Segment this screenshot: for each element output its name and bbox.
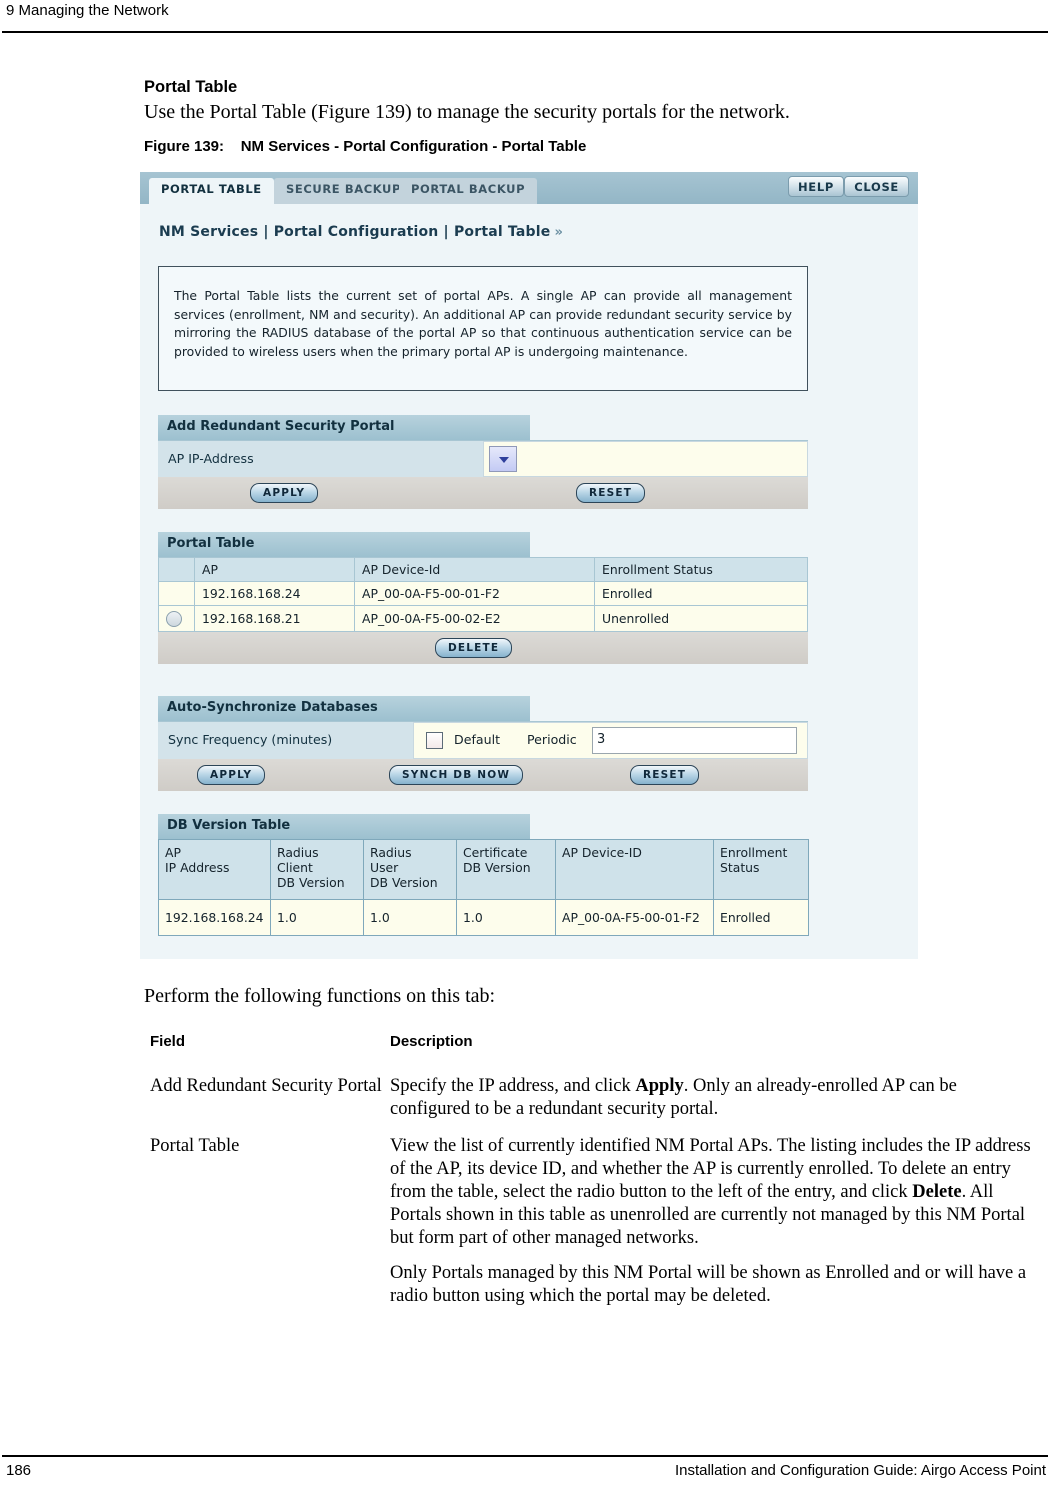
- breadcrumb-text: NM Services | Portal Configuration | Por…: [159, 224, 551, 240]
- db-row-status: Enrolled: [713, 899, 809, 936]
- page-title: Portal Table: [144, 78, 238, 96]
- info-box: The Portal Table lists the current set o…: [158, 266, 808, 391]
- app-tab-bar: PORTAL TABLE SECURE BACKUP PORTAL BACKUP…: [140, 172, 918, 204]
- portal-row-select-cell: [158, 605, 195, 632]
- running-head-text: 9 Managing the Network: [6, 2, 169, 19]
- synch-db-now-button[interactable]: SYNCH DB NOW: [389, 765, 524, 785]
- header-rule: [2, 31, 1048, 33]
- db-version-table-title: DB Version Table: [158, 814, 530, 839]
- field-table-col-description: Description: [390, 1033, 473, 1050]
- portal-col-device: AP Device-Id: [354, 557, 595, 582]
- table-row: 192.168.168.24 AP_00-0A-F5-00-01-F2 Enro…: [158, 581, 808, 606]
- add-portal-apply-button[interactable]: APPLY: [250, 483, 319, 503]
- auto-sync-body: Sync Frequency (minutes) Default Periodi…: [158, 721, 808, 759]
- ap-ip-address-cell: [483, 441, 808, 477]
- periodic-label: Periodic: [527, 732, 577, 747]
- page-number: 186: [6, 1462, 32, 1479]
- portal-row-radio[interactable]: [166, 610, 182, 627]
- portal-row-device: AP_00-0A-F5-00-01-F2: [354, 581, 595, 606]
- portal-row-status: Enrolled: [594, 581, 808, 606]
- sync-frequency-cell: Default Periodic 3: [413, 722, 808, 759]
- db-version-header-row: AP IP Address Radius Client DB Version Radi…: [158, 839, 809, 900]
- db-version-grid: AP IP Address Radius Client DB Version Radi…: [158, 839, 809, 936]
- db-version-table-panel: DB Version Table AP IP Address Radius Clie…: [158, 814, 809, 936]
- portal-row-status: Unenrolled: [594, 605, 808, 632]
- app-screenshot: PORTAL TABLE SECURE BACKUP PORTAL BACKUP…: [140, 172, 918, 959]
- db-row-ap-ip: 192.168.168.24: [158, 899, 271, 936]
- add-redundant-portal-body: AP IP-Address: [158, 440, 808, 477]
- field-description: Specify the IP address, and click Apply.…: [390, 1076, 957, 1119]
- auto-sync-panel: Auto-Synchronize Databases Sync Frequenc…: [158, 696, 808, 791]
- portal-row-select-cell: [158, 581, 195, 606]
- chevron-right-icon: »: [554, 225, 564, 240]
- footer-rule: [2, 1455, 1048, 1457]
- portal-col-ap: AP: [194, 557, 355, 582]
- field-name: Portal Table: [150, 1136, 240, 1156]
- portal-col-status: Enrollment Status: [594, 557, 808, 582]
- auto-sync-actions: APPLY SYNCH DB NOW RESET: [158, 759, 808, 791]
- db-col-radius-user: Radius User DB Version: [363, 839, 457, 900]
- default-checkbox[interactable]: [426, 732, 443, 749]
- delete-button[interactable]: DELETE: [435, 637, 513, 658]
- page-running-head: 9 Managing the Network: [0, 0, 1052, 33]
- field-description-table: Field Description Add Redundant Security…: [150, 1030, 1040, 1322]
- db-row-radius-client: 1.0: [270, 899, 364, 936]
- field-table-row-add-redundant-portal: Add Redundant Security Portal Specify th…: [150, 1075, 1040, 1121]
- db-row-radius-user: 1.0: [363, 899, 457, 936]
- add-redundant-portal-panel: Add Redundant Security Portal AP IP-Addr…: [158, 415, 808, 509]
- db-col-certificate: Certificate DB Version: [456, 839, 556, 900]
- table-row: 192.168.168.21 AP_00-0A-F5-00-02-E2 Unen…: [158, 605, 808, 632]
- add-portal-reset-button[interactable]: RESET: [576, 483, 646, 503]
- add-redundant-portal-actions: APPLY RESET: [158, 477, 808, 509]
- field-table-col-field: Field: [150, 1033, 186, 1050]
- intro-paragraph: Use the Portal Table (Figure 139) to man…: [144, 101, 790, 123]
- help-button[interactable]: HELP: [787, 176, 844, 197]
- field-description: View the list of currently identified NM…: [390, 1136, 1031, 1306]
- portal-row-ap: 192.168.168.21: [194, 605, 355, 632]
- tab-portal-table[interactable]: PORTAL TABLE: [149, 178, 274, 204]
- db-col-ap-ip: AP IP Address: [158, 839, 271, 900]
- guide-title: Installation and Configuration Guide: Ai…: [674, 1462, 1046, 1479]
- ap-ip-address-label: AP IP-Address: [168, 451, 254, 466]
- db-row-certificate: 1.0: [456, 899, 556, 936]
- breadcrumb: NM Services | Portal Configuration | Por…: [159, 224, 563, 240]
- portal-table-title: Portal Table: [158, 532, 530, 557]
- table-row: 192.168.168.24 1.0 1.0 1.0 AP_00-0A-F5-0…: [158, 899, 809, 936]
- sync-apply-button[interactable]: APPLY: [197, 765, 266, 785]
- portal-table-header-row: AP AP Device-Id Enrollment Status: [158, 557, 808, 582]
- figure-caption: Figure 139: NM Services - Portal Configu…: [144, 138, 587, 155]
- portal-col-select: [158, 557, 195, 582]
- perform-paragraph: Perform the following functions on this …: [144, 985, 496, 1007]
- db-col-status: Enrollment Status: [713, 839, 809, 900]
- sync-reset-button[interactable]: RESET: [630, 765, 700, 785]
- tab-portal-backup[interactable]: PORTAL BACKUP: [399, 178, 538, 204]
- db-col-radius-client: Radius Client DB Version: [270, 839, 364, 900]
- portal-row-device: AP_00-0A-F5-00-02-E2: [354, 605, 595, 632]
- info-box-text: The Portal Table lists the current set o…: [174, 288, 792, 359]
- db-row-device-id: AP_00-0A-F5-00-01-F2: [555, 899, 714, 936]
- db-col-device-id: AP Device-ID: [555, 839, 714, 900]
- field-table-row-portal-table: Portal Table View the list of currently …: [150, 1135, 1040, 1308]
- field-table-header-row: Field Description: [150, 1030, 1040, 1053]
- portal-table-grid: AP AP Device-Id Enrollment Status 192.16…: [158, 557, 808, 632]
- add-redundant-portal-title: Add Redundant Security Portal: [158, 415, 530, 440]
- portal-table-panel: Portal Table AP AP Device-Id Enrollment …: [158, 532, 808, 664]
- default-checkbox-label: Default: [454, 732, 501, 747]
- portal-table-actions: DELETE: [158, 631, 808, 664]
- portal-row-ap: 192.168.168.24: [194, 581, 355, 606]
- field-name: Add Redundant Security Portal: [150, 1076, 382, 1096]
- ap-ip-address-select[interactable]: [489, 446, 517, 472]
- close-button[interactable]: CLOSE: [844, 176, 909, 197]
- sync-frequency-label: Sync Frequency (minutes): [168, 732, 333, 747]
- periodic-input[interactable]: 3: [592, 727, 797, 754]
- tab-secure-backup[interactable]: SECURE BACKUP: [274, 178, 414, 204]
- auto-sync-title: Auto-Synchronize Databases: [158, 696, 530, 721]
